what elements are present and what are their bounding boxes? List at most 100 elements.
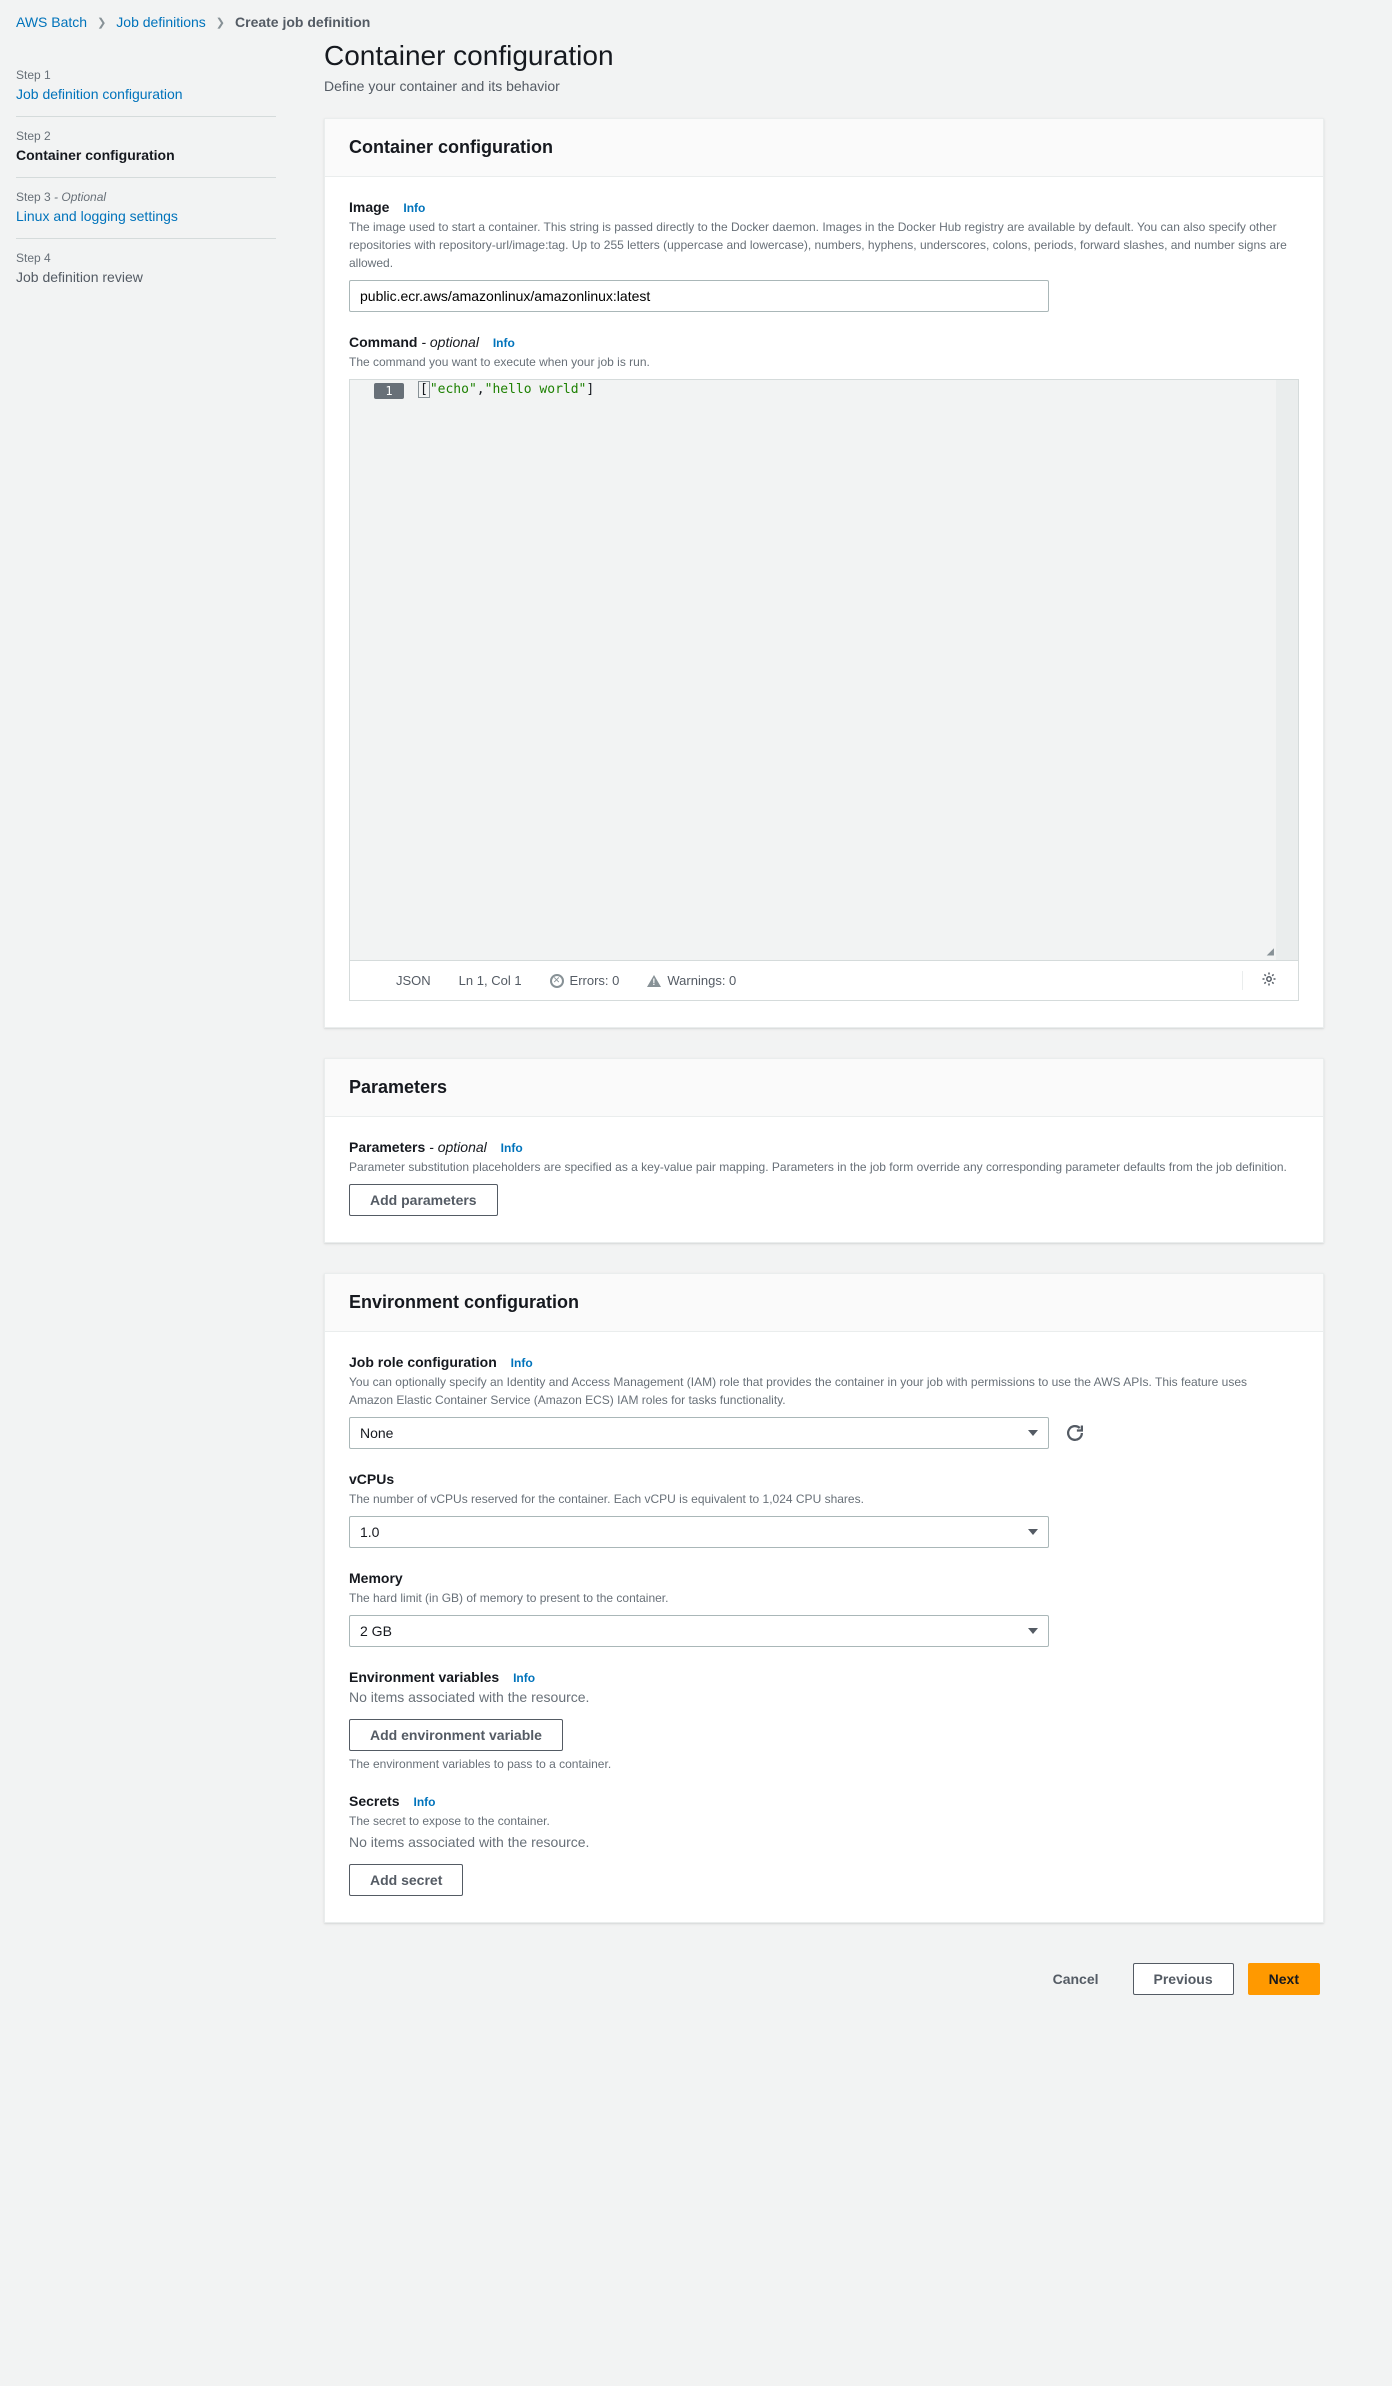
step-title[interactable]: Job definition configuration: [16, 86, 276, 102]
card-header: Container configuration: [325, 119, 1323, 177]
sidebar-step-4: Step 4 Job definition review: [16, 239, 276, 299]
line-number: 1: [374, 383, 404, 399]
status-errors: ✕ Errors: 0: [550, 973, 620, 988]
chevron-down-icon: [1028, 1529, 1038, 1535]
field-label: Environment variables: [349, 1669, 499, 1685]
info-link[interactable]: Info: [511, 1356, 533, 1370]
breadcrumb-current: Create job definition: [235, 14, 370, 30]
code-token: "echo": [430, 382, 477, 397]
next-button[interactable]: Next: [1248, 1963, 1320, 1995]
field-desc: Parameter substitution placeholders are …: [349, 1158, 1289, 1176]
field-desc: The image used to start a container. Thi…: [349, 218, 1289, 272]
card-header: Environment configuration: [325, 1274, 1323, 1332]
info-link[interactable]: Info: [501, 1141, 523, 1155]
select-value: 1.0: [360, 1524, 379, 1540]
wizard-sidebar: Step 1 Job definition configuration Step…: [16, 40, 276, 2015]
empty-message: No items associated with the resource.: [349, 1689, 1299, 1705]
scrollbar[interactable]: [1276, 380, 1298, 960]
chevron-down-icon: [1028, 1628, 1038, 1634]
code-token: ]: [586, 382, 594, 397]
field-label: Command - optional: [349, 334, 479, 350]
cancel-button[interactable]: Cancel: [1033, 1964, 1119, 1994]
memory-field: Memory The hard limit (in GB) of memory …: [349, 1570, 1299, 1647]
chevron-down-icon: [1028, 1430, 1038, 1436]
field-hint: The environment variables to pass to a c…: [349, 1757, 1299, 1771]
container-config-card: Container configuration Image Info The i…: [324, 118, 1324, 1028]
step-number: Step 3: [16, 190, 51, 204]
cursor-icon: [: [418, 381, 430, 398]
info-link[interactable]: Info: [513, 1671, 535, 1685]
step-label: Step 3 - Optional: [16, 190, 276, 204]
empty-message: No items associated with the resource.: [349, 1834, 1299, 1850]
field-desc: You can optionally specify an Identity a…: [349, 1373, 1289, 1409]
info-link[interactable]: Info: [493, 336, 515, 350]
refresh-icon[interactable]: [1065, 1423, 1085, 1443]
select-value: 2 GB: [360, 1623, 392, 1639]
info-link[interactable]: Info: [403, 201, 425, 215]
memory-select[interactable]: 2 GB: [349, 1615, 1049, 1647]
optional-tag: - Optional: [54, 190, 106, 204]
image-field: Image Info The image used to start a con…: [349, 199, 1299, 312]
add-secret-button[interactable]: Add secret: [349, 1864, 463, 1896]
editor-content[interactable]: ["echo","hello world"] ◢: [412, 380, 1276, 960]
field-label: Image: [349, 199, 389, 215]
field-label: Parameters - optional: [349, 1139, 487, 1155]
breadcrumb-mid[interactable]: Job definitions: [116, 14, 206, 30]
code-token: [: [420, 382, 428, 397]
sidebar-step-3[interactable]: Step 3 - Optional Linux and logging sett…: [16, 178, 276, 239]
status-text: Errors: 0: [570, 973, 620, 988]
field-label: Secrets: [349, 1793, 400, 1809]
add-env-var-button[interactable]: Add environment variable: [349, 1719, 563, 1751]
chevron-right-icon: ❯: [216, 16, 225, 29]
previous-button[interactable]: Previous: [1133, 1963, 1234, 1995]
warning-icon: [647, 975, 661, 987]
image-input[interactable]: [349, 280, 1049, 312]
step-title: Job definition review: [16, 269, 276, 285]
add-parameters-button[interactable]: Add parameters: [349, 1184, 498, 1216]
command-editor[interactable]: 1 ["echo","hello world"] ◢ JSON Ln: [349, 379, 1299, 1001]
vcpus-field: vCPUs The number of vCPUs reserved for t…: [349, 1471, 1299, 1548]
status-text: Warnings: 0: [667, 973, 736, 988]
command-field: Command - optional Info The command you …: [349, 334, 1299, 1001]
error-icon: ✕: [550, 974, 564, 988]
editor-gutter: 1: [350, 380, 412, 960]
field-label: Memory: [349, 1570, 403, 1586]
code-token: ,: [477, 382, 485, 397]
job-role-select[interactable]: None: [349, 1417, 1049, 1449]
status-mode: JSON: [396, 973, 431, 988]
step-title[interactable]: Linux and logging settings: [16, 208, 276, 224]
optional-tag: - optional: [421, 334, 479, 350]
sidebar-step-2: Step 2 Container configuration: [16, 117, 276, 178]
job-role-field: Job role configuration Info You can opti…: [349, 1354, 1299, 1449]
editor-statusbar: JSON Ln 1, Col 1 ✕ Errors: 0 Warnings: 0: [350, 960, 1298, 1000]
info-link[interactable]: Info: [413, 1795, 435, 1809]
secrets-field: Secrets Info The secret to expose to the…: [349, 1793, 1299, 1896]
sidebar-step-1[interactable]: Step 1 Job definition configuration: [16, 56, 276, 117]
optional-tag: - optional: [429, 1139, 487, 1155]
status-warnings: Warnings: 0: [647, 973, 736, 988]
step-label: Step 1: [16, 68, 276, 82]
wizard-footer: Cancel Previous Next: [324, 1953, 1324, 2015]
status-position: Ln 1, Col 1: [459, 973, 522, 988]
field-desc: The command you want to execute when you…: [349, 353, 1289, 371]
gear-icon[interactable]: [1261, 971, 1277, 987]
field-label: vCPUs: [349, 1471, 394, 1487]
code-token: "hello world": [485, 382, 587, 397]
vcpus-select[interactable]: 1.0: [349, 1516, 1049, 1548]
field-desc: The secret to expose to the container.: [349, 1812, 1289, 1830]
breadcrumb-root[interactable]: AWS Batch: [16, 14, 87, 30]
field-desc: The hard limit (in GB) of memory to pres…: [349, 1589, 1289, 1607]
card-header: Parameters: [325, 1059, 1323, 1117]
breadcrumb: AWS Batch ❯ Job definitions ❯ Create job…: [0, 0, 1392, 40]
field-label: Job role configuration: [349, 1354, 497, 1370]
resize-handle-icon[interactable]: ◢: [1267, 944, 1274, 958]
page-subtitle: Define your container and its behavior: [324, 78, 1324, 94]
step-label: Step 2: [16, 129, 276, 143]
step-label: Step 4: [16, 251, 276, 265]
step-title: Container configuration: [16, 147, 276, 163]
label-text: Parameters: [349, 1139, 425, 1155]
field-desc: The number of vCPUs reserved for the con…: [349, 1490, 1289, 1508]
parameters-card: Parameters Parameters - optional Info Pa…: [324, 1058, 1324, 1243]
environment-config-card: Environment configuration Job role confi…: [324, 1273, 1324, 1923]
env-vars-field: Environment variables Info No items asso…: [349, 1669, 1299, 1771]
